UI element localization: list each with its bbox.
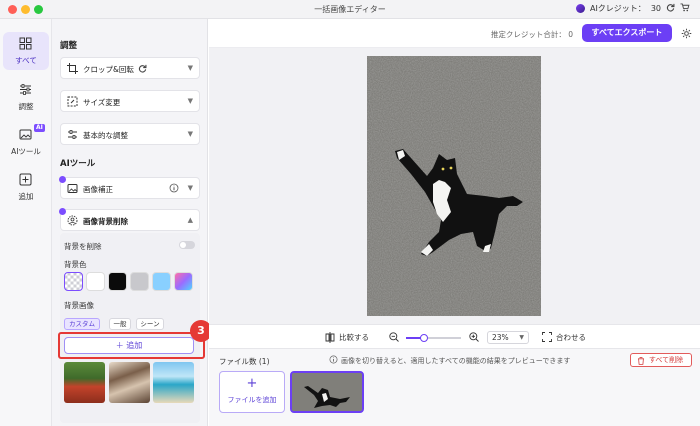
rail-label-adjust: 調整	[18, 102, 34, 111]
ai-credit-label: AIクレジット：	[589, 4, 646, 13]
resize-card[interactable]: サイズ変更 ▼	[60, 90, 200, 112]
bg-color-label: 背景色	[64, 260, 87, 269]
remove-bg-card[interactable]: 画像背景削除 ▲	[59, 208, 200, 231]
add-square-icon	[19, 173, 32, 186]
image-enhance-label: 画像補正	[83, 185, 113, 194]
swatch-transparent[interactable]	[64, 272, 83, 291]
swatch-gradient[interactable]	[174, 272, 193, 291]
bg-image-label: 背景画像	[64, 301, 94, 310]
rail-label-add: 追加	[18, 192, 34, 201]
rail-item-ai-tools[interactable]: AI AIツール	[3, 123, 49, 161]
sliders-icon	[20, 84, 31, 95]
cat-photo	[367, 56, 541, 316]
ai-image-icon	[19, 129, 32, 140]
rail-label-all: すべて	[15, 56, 37, 65]
ai-dot-icon	[59, 176, 66, 183]
title-bar: 一括画像エディター AIクレジット： 30	[0, 0, 700, 19]
image-enhance-card[interactable]: 画像補正 ▼	[59, 176, 200, 199]
zoom-select[interactable]: 23% ▼	[487, 331, 529, 344]
chevron-down-icon: ▼	[187, 97, 193, 105]
enhance-icon	[67, 184, 78, 193]
rotate-icon	[138, 64, 147, 73]
swatch-white[interactable]	[86, 272, 105, 291]
resize-icon	[67, 96, 78, 107]
swatch-black[interactable]	[108, 272, 127, 291]
ai-credit-area: AIクレジット： 30	[575, 3, 690, 14]
bg-thumb-beach[interactable]	[153, 362, 194, 403]
bg-tab-scene[interactable]: シーン	[136, 318, 164, 330]
resize-label: サイズ変更	[83, 98, 121, 107]
add-bg-image-button[interactable]: ＋ 追加	[64, 337, 194, 354]
info-icon[interactable]	[169, 183, 179, 193]
remove-bg-toggle[interactable]	[179, 241, 195, 249]
fit-icon	[542, 332, 552, 342]
crop-rotate-card[interactable]: クロップ&回転 ▼	[60, 57, 200, 79]
fit-button[interactable]: 合わせる	[556, 332, 586, 343]
compare-icon	[325, 332, 335, 343]
remove-bg-label: 画像背景削除	[83, 217, 128, 226]
crop-rotate-label: クロップ&回転	[83, 65, 134, 74]
zoom-out-icon[interactable]	[389, 332, 399, 342]
delete-all-button[interactable]: すべて削除	[630, 353, 692, 367]
compare-button[interactable]: 比較する	[339, 332, 369, 343]
ai-dot-icon	[59, 208, 66, 215]
export-all-button[interactable]: すべてエクスポート	[582, 24, 672, 42]
left-rail: すべて 調整 AI AIツール 追加	[0, 19, 52, 426]
basic-adjust-label: 基本的な調整	[83, 131, 128, 140]
zoom-in-icon[interactable]	[469, 332, 479, 342]
bg-thumb-desert[interactable]	[109, 362, 150, 403]
swatch-light-blue[interactable]	[152, 272, 171, 291]
cat-thumbnail-image	[292, 373, 362, 411]
chevron-down-icon: ▼	[187, 64, 193, 72]
trash-icon	[638, 356, 644, 365]
ai-badge: AI	[34, 124, 45, 132]
adjust-section-title: 調整	[60, 41, 78, 51]
add-file-button[interactable]: + ファイルを追加	[219, 371, 285, 413]
bg-thumb-flowers[interactable]	[64, 362, 105, 403]
estimated-credit: 推定クレジット合計： 0	[490, 30, 573, 39]
swatch-gray[interactable]	[130, 272, 149, 291]
preview-hint: 画像を切り替えると、適用したすべての機能の結果をプレビューできます	[341, 357, 571, 365]
remove-bg-icon	[67, 215, 78, 226]
rail-item-add[interactable]: 追加	[3, 168, 49, 206]
bg-tab-custom[interactable]: カスタム	[64, 318, 100, 330]
ai-credit-icon	[575, 4, 585, 13]
add-file-label: ファイルを追加	[227, 396, 277, 404]
files-area: ファイル数 (1) 画像を切り替えると、適用したすべての機能の結果をプレビューで…	[209, 349, 700, 426]
crop-icon	[67, 63, 78, 74]
zoom-slider-handle[interactable]	[420, 334, 429, 342]
sliders-icon	[68, 130, 77, 139]
chevron-down-icon: ▼	[519, 334, 524, 341]
chevron-up-icon: ▲	[187, 216, 193, 224]
ai-tools-section-title: AIツール	[60, 159, 96, 169]
grid-icon	[19, 37, 32, 50]
zoom-slider[interactable]	[406, 334, 461, 342]
main-top-bar: 推定クレジット合計： 0 すべてエクスポート	[209, 19, 700, 48]
rail-item-all[interactable]: すべて	[3, 32, 49, 70]
ai-credit-value: 30	[650, 4, 661, 13]
delete-all-label: すべて削除	[648, 356, 684, 364]
basic-adjust-card[interactable]: 基本的な調整 ▼	[60, 123, 200, 145]
remove-bg-toggle-label: 背景を削除	[64, 242, 102, 251]
refresh-icon[interactable]	[666, 3, 675, 14]
chevron-down-icon: ▼	[187, 130, 193, 138]
plus-icon: +	[246, 376, 258, 391]
info-icon	[329, 355, 338, 364]
zoom-toolbar: 比較する 23% ▼ 合わせる	[209, 324, 700, 349]
file-count: ファイル数 (1)	[219, 357, 270, 366]
zoom-value: 23%	[492, 333, 509, 342]
rail-item-adjust[interactable]: 調整	[3, 78, 49, 116]
rail-label-ai-tools: AIツール	[11, 147, 41, 156]
bg-tab-general[interactable]: 一般	[109, 318, 131, 330]
gear-icon[interactable]	[681, 28, 692, 39]
chevron-down-icon: ▼	[187, 184, 193, 192]
cart-icon[interactable]	[680, 3, 690, 14]
file-thumbnail[interactable]	[290, 371, 364, 413]
